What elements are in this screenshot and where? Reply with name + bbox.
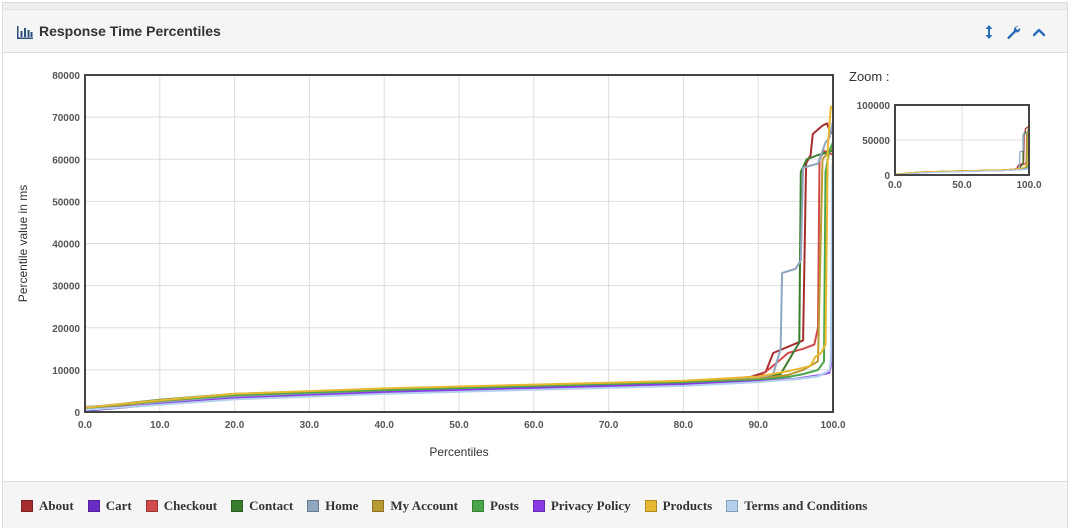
x-tick-label: 90.0 bbox=[748, 420, 768, 431]
legend-item-about[interactable]: About bbox=[21, 498, 74, 514]
panel-heading: Response Time Percentiles bbox=[3, 10, 1067, 53]
legend-label: About bbox=[39, 498, 74, 513]
panel-top-strip bbox=[3, 3, 1067, 10]
zoom-overview-chart[interactable]: 0.0 50.0 100.0 0 50000 100000 bbox=[843, 89, 1063, 249]
x-tick-label: 10.0 bbox=[150, 420, 170, 431]
zoom-x-tick-label: 50.0 bbox=[952, 180, 972, 191]
chart-area: 0.0 10.0 20.0 30.0 40.0 50.0 60.0 70.0 80.0 90.0 1… bbox=[3, 53, 1067, 483]
x-tick-label: 100.0 bbox=[820, 420, 845, 431]
legend-swatch bbox=[307, 500, 320, 512]
chevron-up-icon[interactable] bbox=[1031, 24, 1047, 40]
zoom-label: Zoom : bbox=[849, 69, 890, 84]
x-tick-label: 60.0 bbox=[524, 420, 544, 431]
x-tick-label: 0.0 bbox=[78, 420, 92, 431]
chart-legend: About Cart Checkout Contact Home My Account Po… bbox=[21, 496, 881, 516]
wrench-icon[interactable] bbox=[1005, 24, 1021, 40]
legend-swatch bbox=[644, 500, 657, 512]
legend-item-products[interactable]: Products bbox=[644, 498, 713, 514]
resize-vertical-icon[interactable] bbox=[981, 24, 997, 40]
legend-swatch bbox=[145, 500, 158, 512]
legend-label: Terms and Conditions bbox=[744, 498, 868, 513]
bar-chart-icon bbox=[17, 26, 33, 39]
legend-label: Products bbox=[662, 498, 713, 513]
panel-title: Response Time Percentiles bbox=[39, 23, 221, 39]
legend-swatch bbox=[231, 500, 244, 512]
y-tick-label: 60000 bbox=[52, 155, 80, 166]
legend-swatch bbox=[21, 500, 33, 512]
legend-label: Posts bbox=[489, 498, 519, 513]
x-tick-label: 50.0 bbox=[449, 420, 469, 431]
zoom-x-tick-label: 100.0 bbox=[1016, 180, 1041, 191]
x-axis-label: Percentiles bbox=[429, 445, 488, 459]
legend-label: My Account bbox=[390, 498, 458, 513]
x-tick-label: 40.0 bbox=[374, 420, 394, 431]
y-tick-label: 20000 bbox=[52, 324, 80, 335]
legend-item-posts[interactable]: Posts bbox=[471, 498, 519, 514]
legend-item-privacy-policy[interactable]: Privacy Policy bbox=[532, 498, 631, 514]
y-tick-label: 0 bbox=[74, 408, 80, 419]
zoom-y-tick-label: 50000 bbox=[862, 136, 890, 147]
zoom-y-tick-label: 0 bbox=[884, 171, 890, 182]
zoom-x-tick-label: 0.0 bbox=[888, 180, 902, 191]
y-tick-label: 10000 bbox=[52, 366, 80, 377]
y-axis-label: Percentile value in ms bbox=[16, 185, 30, 302]
y-tick-label: 80000 bbox=[52, 71, 80, 82]
response-time-percentiles-panel: Response Time Percentiles 0.0 10.0 20.0 30.… bbox=[2, 2, 1068, 528]
x-tick-label: 30.0 bbox=[300, 420, 320, 431]
legend-label: Cart bbox=[105, 498, 132, 513]
legend-label: Contact bbox=[249, 498, 294, 513]
y-tick-label: 30000 bbox=[52, 282, 80, 293]
legend-item-home[interactable]: Home bbox=[307, 498, 358, 514]
legend-item-checkout[interactable]: Checkout bbox=[145, 498, 218, 514]
legend-swatch bbox=[726, 500, 739, 512]
y-tick-label: 50000 bbox=[52, 197, 80, 208]
legend-swatch bbox=[532, 500, 545, 512]
legend-label: Privacy Policy bbox=[550, 498, 631, 513]
percentiles-line-chart[interactable]: 0.0 10.0 20.0 30.0 40.0 50.0 60.0 70.0 80.0 90.0 1… bbox=[3, 53, 863, 483]
legend-item-contact[interactable]: Contact bbox=[231, 498, 293, 514]
legend-swatch bbox=[87, 500, 100, 512]
x-tick-label: 20.0 bbox=[225, 420, 245, 431]
legend-item-cart[interactable]: Cart bbox=[87, 498, 132, 514]
legend-item-terms-and-conditions[interactable]: Terms and Conditions bbox=[726, 498, 867, 514]
x-tick-label: 70.0 bbox=[599, 420, 619, 431]
zoom-y-tick-label: 100000 bbox=[857, 101, 891, 112]
legend-item-my-account[interactable]: My Account bbox=[372, 498, 458, 514]
x-tick-label: 80.0 bbox=[674, 420, 694, 431]
legend-swatch bbox=[471, 500, 484, 512]
legend-label: Home bbox=[325, 498, 359, 513]
y-tick-label: 40000 bbox=[52, 240, 80, 251]
y-tick-label: 70000 bbox=[52, 113, 80, 124]
legend-bar: About Cart Checkout Contact Home My Account Po… bbox=[3, 481, 1067, 528]
legend-swatch bbox=[372, 500, 385, 512]
legend-label: Checkout bbox=[163, 498, 218, 513]
